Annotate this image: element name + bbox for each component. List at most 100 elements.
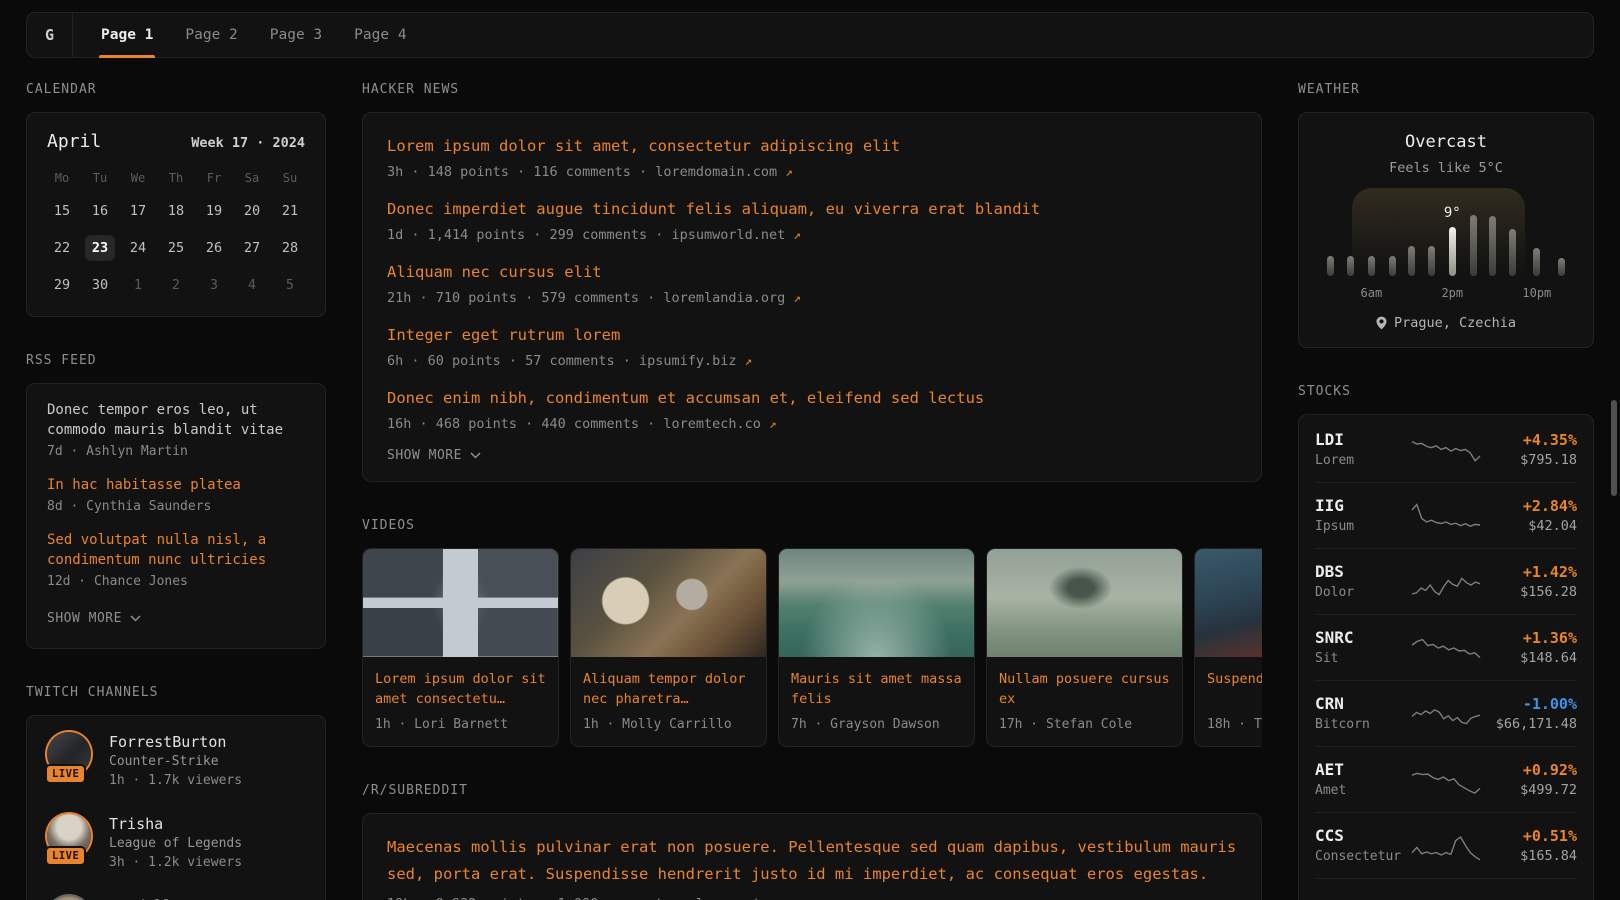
video-card[interactable]: Lorem ipsum dolor sit amet consectetu… 1… xyxy=(362,548,559,747)
rss-show-more-button[interactable]: SHOW MORE xyxy=(47,605,141,636)
weather-widget: Overcast Feels like 5°C xyxy=(1298,112,1594,348)
stock-row[interactable]: AET Amet +0.92% $499.72 xyxy=(1315,746,1577,812)
video-thumbnail xyxy=(571,549,766,657)
rss-item-title[interactable]: Donec tempor eros leo, ut commodo mauris… xyxy=(47,400,305,440)
source-link[interactable]: ipsumworld.net ↗ xyxy=(671,227,800,243)
video-thumbnail xyxy=(779,549,974,657)
video-title: Suspendisse diam xyxy=(1207,669,1262,709)
stock-change: +0.92% xyxy=(1483,760,1577,780)
channel-game: League of Legends xyxy=(109,834,242,853)
dashboard-page: G Page 1 Page 2 Page 3 Page 4 CALENDAR A… xyxy=(0,0,1620,900)
twitch-channel-row[interactable]: LIVE Trisha League of Legends 3h · 1.2k … xyxy=(47,814,305,872)
channel-info: KendallCarr xyxy=(109,896,208,900)
page-tab[interactable]: Page 3 xyxy=(258,13,334,57)
story-title[interactable]: Donec enim nibh, condimentum et accumsan… xyxy=(387,387,1237,409)
source-link[interactable]: loremdomain.com ↗ xyxy=(655,164,793,180)
calendar-day: 15 xyxy=(47,198,77,224)
video-card[interactable]: Mauris sit amet massa felis 7h · Grayson… xyxy=(778,548,975,747)
channel-avatar: LIVE xyxy=(47,896,91,900)
story-meta: 3h · 148 points · 116 comments · loremdo… xyxy=(387,162,1237,182)
source-link[interactable]: ipsumify.biz ↗ xyxy=(639,353,752,369)
location-pin-icon xyxy=(1376,316,1387,330)
stock-sparkline xyxy=(1411,892,1481,900)
stock-values: +0.51% $165.84 xyxy=(1483,826,1577,865)
video-meta: 1h · Lori Barnett xyxy=(375,717,546,732)
calendar-day: 17 xyxy=(123,198,153,224)
rss-item-title[interactable]: Sed volutpat nulla nisl, a condimentum n… xyxy=(47,530,305,570)
twitch-section: TWITCH CHANNELS LIVE ForrestBurton Count… xyxy=(26,685,326,900)
source-link[interactable]: loremlandia.org ↗ xyxy=(663,290,801,306)
video-card[interactable]: Suspendisse diam 18h · Tara xyxy=(1194,548,1262,747)
stock-name: Lorem xyxy=(1315,452,1409,469)
stock-change: +0.51% xyxy=(1483,826,1577,846)
calendar-day: 5 xyxy=(275,272,305,298)
app-logo[interactable]: G xyxy=(27,13,73,57)
stocks-section-title: STOCKS xyxy=(1298,384,1594,400)
weather-section: WEATHER Overcast Feels like 5°C xyxy=(1298,82,1594,348)
stock-identity: LDI Lorem xyxy=(1315,430,1409,469)
rss-item-title[interactable]: In hac habitasse platea xyxy=(47,475,305,495)
rss-section-title: RSS FEED xyxy=(26,353,326,369)
stock-row[interactable]: AHS +0.46% xyxy=(1315,878,1577,900)
rss-item-meta: 12d · Chance Jones xyxy=(47,572,305,591)
hackernews-show-more-button[interactable]: SHOW MORE xyxy=(387,434,481,465)
avatar xyxy=(47,896,91,900)
post-title[interactable]: Maecenas mollis pulvinar erat non posuer… xyxy=(387,834,1237,888)
video-card-body: Aliquam tempor dolor nec pharetra… 1h · … xyxy=(571,657,766,746)
twitch-section-title: TWITCH CHANNELS xyxy=(26,685,326,701)
stock-symbol: CCS xyxy=(1315,826,1409,846)
stock-row[interactable]: CCS Consectetur +0.51% $165.84 xyxy=(1315,812,1577,878)
stock-row[interactable]: LDI Lorem +4.35% $795.18 xyxy=(1315,417,1577,482)
external-link-icon: ↗ xyxy=(785,164,793,179)
stock-identity: CCS Consectetur xyxy=(1315,826,1409,865)
temperature-bar-slot: 10pm xyxy=(1522,191,1551,301)
channel-name: KendallCarr xyxy=(109,896,208,900)
rss-list: Donec tempor eros leo, ut commodo mauris… xyxy=(47,400,305,591)
stock-symbol: CRN xyxy=(1315,694,1409,714)
channel-viewers: 3h · 1.2k viewers xyxy=(109,853,242,872)
post-stats: 19h · 9,932 points · 1,090 comments · xyxy=(387,896,696,900)
story-title[interactable]: Lorem ipsum dolor sit amet, consectetur … xyxy=(387,135,1237,157)
source-link[interactable]: loremtech.co ↗ xyxy=(663,416,776,432)
stock-change: +4.35% xyxy=(1483,430,1577,450)
stock-values: +2.84% $42.04 xyxy=(1483,496,1577,535)
stock-row[interactable]: IIG Ipsum +2.84% $42.04 xyxy=(1315,482,1577,548)
stock-name: Bitcorn xyxy=(1315,716,1409,733)
story-meta: 1d · 1,414 points · 299 comments · ipsum… xyxy=(387,225,1237,245)
temperature-bar-slot: 9° 2pm xyxy=(1441,191,1463,301)
temperature-bar xyxy=(1428,246,1435,276)
stock-values: +4.35% $795.18 xyxy=(1483,430,1577,469)
stock-row[interactable]: CRN Bitcorn -1.00% $66,171.48 xyxy=(1315,680,1577,746)
twitch-channel-row[interactable]: LIVE ForrestBurton Counter-Strike 1h · 1… xyxy=(47,732,305,790)
chevron-down-icon xyxy=(130,615,141,622)
videos-carousel: Lorem ipsum dolor sit amet consectetu… 1… xyxy=(362,548,1262,747)
stock-values: +1.42% $156.28 xyxy=(1483,562,1577,601)
video-card[interactable]: Aliquam tempor dolor nec pharetra… 1h · … xyxy=(570,548,767,747)
stock-row[interactable]: DBS Dolor +1.42% $156.28 xyxy=(1315,548,1577,614)
weather-condition: Overcast xyxy=(1315,131,1577,153)
story-title[interactable]: Aliquam nec cursus elit xyxy=(387,261,1237,283)
story-title[interactable]: Integer eget rutrum lorem xyxy=(387,324,1237,346)
page-tab[interactable]: Page 2 xyxy=(173,13,249,57)
rss-item-meta: 7d · Ashlyn Martin xyxy=(47,442,305,461)
calendar-day: 28 xyxy=(275,235,305,261)
external-link-icon: ↗ xyxy=(793,290,801,305)
stock-symbol: AET xyxy=(1315,760,1409,780)
source-link[interactable]: loremnet.xyz ↗ xyxy=(696,896,809,900)
video-title: Lorem ipsum dolor sit amet consectetu… xyxy=(375,669,546,709)
twitch-channel-row[interactable]: LIVE KendallCarr xyxy=(47,896,305,900)
page-scrollbar[interactable] xyxy=(1611,400,1617,496)
story-title[interactable]: Donec imperdiet augue tincidunt felis al… xyxy=(387,198,1237,220)
stock-price: $795.18 xyxy=(1483,452,1577,469)
stock-sparkline xyxy=(1411,565,1481,599)
stock-spark-wrap xyxy=(1409,697,1483,731)
video-card-body: Mauris sit amet massa felis 7h · Grayson… xyxy=(779,657,974,746)
page-tab[interactable]: Page 1 xyxy=(89,13,165,57)
current-temp-label: 9° xyxy=(1444,203,1461,223)
stock-identity: AET Amet xyxy=(1315,760,1409,799)
video-thumbnail xyxy=(363,549,558,657)
video-card[interactable]: Nullam posuere cursus ex 17h · Stefan Co… xyxy=(986,548,1183,747)
page-tab[interactable]: Page 4 xyxy=(342,13,418,57)
stock-row[interactable]: SNRC Sit +1.36% $148.64 xyxy=(1315,614,1577,680)
video-meta: 1h · Molly Carrillo xyxy=(583,717,754,732)
